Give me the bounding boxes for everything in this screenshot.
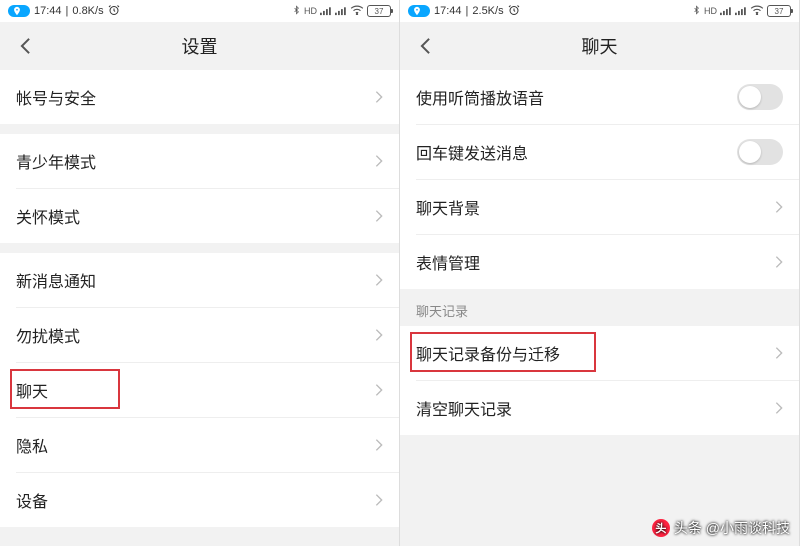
bluetooth-icon xyxy=(292,4,301,19)
section-header-history: 聊天记录 xyxy=(400,289,799,326)
row-privacy[interactable]: 隐私 xyxy=(0,418,399,472)
row-label: 设备 xyxy=(16,488,375,512)
row-label: 新消息通知 xyxy=(16,268,375,292)
row-label: 帐号与安全 xyxy=(16,85,375,109)
toggle-switch[interactable] xyxy=(737,139,783,165)
chevron-right-icon xyxy=(775,200,783,214)
watermark: 头 头条 @小雨谈科技 xyxy=(652,518,790,538)
row-label: 回车键发送消息 xyxy=(416,140,737,164)
row-earpiece-audio[interactable]: 使用听筒播放语音 xyxy=(400,70,799,124)
row-label: 使用听筒播放语音 xyxy=(416,85,737,109)
row-backup-migrate[interactable]: 聊天记录备份与迁移 xyxy=(400,326,799,380)
status-speed: 2.5K/s xyxy=(472,5,503,17)
row-label: 关怀模式 xyxy=(16,204,375,228)
battery-icon: 37 xyxy=(767,5,791,17)
chevron-right-icon xyxy=(775,255,783,269)
signal-bars-icon-2 xyxy=(735,6,747,17)
row-label: 青少年模式 xyxy=(16,149,375,173)
row-label: 表情管理 xyxy=(416,250,775,274)
watermark-text: 头条 @小雨谈科技 xyxy=(674,518,790,538)
chevron-right-icon xyxy=(775,401,783,415)
back-button[interactable] xyxy=(410,22,440,70)
row-clear-history[interactable]: 清空聊天记录 xyxy=(400,381,799,435)
chevron-right-icon xyxy=(375,90,383,104)
status-bar: 17:44 | 0.8K/s HD 37 xyxy=(0,0,399,22)
battery-icon: 37 xyxy=(367,5,391,17)
chevron-right-icon xyxy=(375,493,383,507)
row-label: 聊天记录备份与迁移 xyxy=(416,341,775,365)
status-time: 17:44 xyxy=(434,5,462,17)
signal-icon: HD xyxy=(304,6,317,16)
status-bar: 17:44 | 2.5K/s HD 37 xyxy=(400,0,799,22)
signal-bars-icon xyxy=(320,6,332,17)
back-button[interactable] xyxy=(10,22,40,70)
chevron-right-icon xyxy=(375,383,383,397)
nav-bar: 设置 xyxy=(0,22,399,70)
row-youth-mode[interactable]: 青少年模式 xyxy=(0,134,399,188)
row-label: 隐私 xyxy=(16,433,375,457)
row-label: 清空聊天记录 xyxy=(416,396,775,420)
row-emoji-manage[interactable]: 表情管理 xyxy=(400,235,799,289)
row-care-mode[interactable]: 关怀模式 xyxy=(0,189,399,243)
row-label: 聊天 xyxy=(16,378,375,402)
row-devices[interactable]: 设备 xyxy=(0,473,399,527)
chevron-right-icon xyxy=(375,328,383,342)
settings-panel: 17:44 | 0.8K/s HD 37 设置 帐号与安全 青少 xyxy=(0,0,400,546)
row-account-security[interactable]: 帐号与安全 xyxy=(0,70,399,124)
signal-icon: HD xyxy=(704,6,717,16)
toggle-switch[interactable] xyxy=(737,84,783,110)
page-title: 设置 xyxy=(0,33,399,59)
row-new-message-notify[interactable]: 新消息通知 xyxy=(0,253,399,307)
bluetooth-icon xyxy=(692,4,701,19)
chat-settings-panel: 17:44 | 2.5K/s HD 37 聊天 使用听筒播放语音 回车键 xyxy=(400,0,800,546)
row-label: 聊天背景 xyxy=(416,195,775,219)
page-title: 聊天 xyxy=(400,33,799,59)
row-enter-send[interactable]: 回车键发送消息 xyxy=(400,125,799,179)
chevron-right-icon xyxy=(375,209,383,223)
row-label: 勿扰模式 xyxy=(16,323,375,347)
watermark-logo-icon: 头 xyxy=(652,519,670,537)
chevron-right-icon xyxy=(375,273,383,287)
status-speed: 0.8K/s xyxy=(72,5,103,17)
alarm-icon xyxy=(508,4,520,19)
location-indicator xyxy=(408,5,430,17)
signal-bars-icon-2 xyxy=(335,6,347,17)
location-indicator xyxy=(8,5,30,17)
chevron-right-icon xyxy=(775,346,783,360)
status-time: 17:44 xyxy=(34,5,62,17)
row-dnd-mode[interactable]: 勿扰模式 xyxy=(0,308,399,362)
alarm-icon xyxy=(108,4,120,19)
row-chat-background[interactable]: 聊天背景 xyxy=(400,180,799,234)
row-chat[interactable]: 聊天 xyxy=(0,363,399,417)
nav-bar: 聊天 xyxy=(400,22,799,70)
wifi-icon xyxy=(350,4,364,18)
chevron-right-icon xyxy=(375,154,383,168)
chevron-right-icon xyxy=(375,438,383,452)
wifi-icon xyxy=(750,4,764,18)
signal-bars-icon xyxy=(720,6,732,17)
